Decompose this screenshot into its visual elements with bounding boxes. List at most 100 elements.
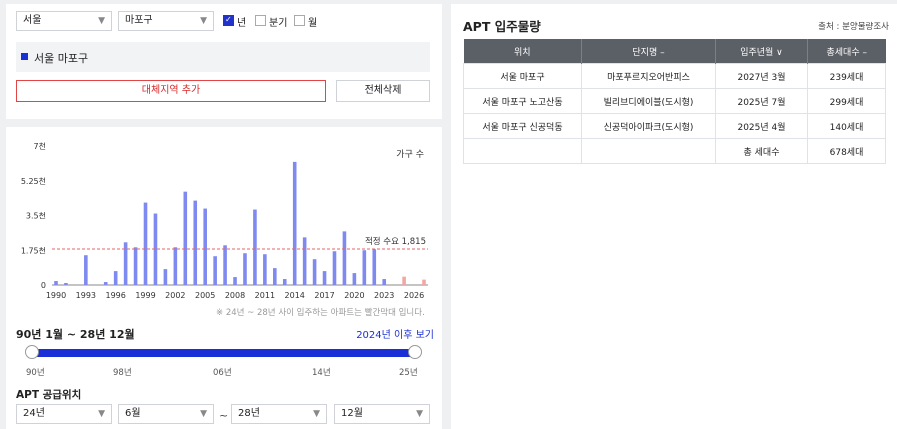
region-select[interactable]: 서울 ▼ <box>16 11 112 31</box>
district-select-value: 마포구 <box>125 15 153 26</box>
table-row[interactable]: 서울 마포구 신공덕동 신공덕아이파크(도시형) 2025년 4월 140세대 <box>463 113 886 139</box>
to-month-select[interactable]: 12월 ▼ <box>334 404 430 424</box>
total-row: 총 세대수 678세대 <box>463 138 886 164</box>
x-tick-label: 1996 <box>105 291 125 300</box>
x-tick-label: 2014 <box>285 291 305 300</box>
cell-complex: 마포푸르지오어반피스 <box>581 63 716 89</box>
cell-units: 140세대 <box>807 113 886 139</box>
x-tick-label: 2002 <box>165 291 185 300</box>
chart-note: ※ 24년 ~ 28년 사이 입주하는 아파트는 빨간막대 입니다. <box>216 308 425 318</box>
selected-region-item: 서울 마포구 <box>16 42 430 72</box>
chevron-down-icon: ▼ <box>98 409 105 419</box>
chart-bar <box>302 237 307 285</box>
slider-tick-label: 98년 <box>113 368 132 378</box>
chart-bar <box>103 282 108 285</box>
from-month-value: 6월 <box>125 408 141 419</box>
y-tick-label: 1.75천 <box>21 245 46 255</box>
cell-location: 서울 마포구 노고산동 <box>463 88 582 114</box>
chart-bar <box>332 251 337 285</box>
chart-bar <box>193 200 198 285</box>
cell-complex: 빌리브디에이블(도시형) <box>581 88 716 114</box>
slider-tick-label: 90년 <box>26 368 45 378</box>
chart-bar <box>113 271 118 285</box>
period-slider-track[interactable] <box>32 349 416 357</box>
table-row[interactable]: 서울 마포구 노고산동 빌리브디에이블(도시형) 2025년 7월 299세대 <box>463 88 886 114</box>
slider-tick-label: 25년 <box>399 368 418 378</box>
chart-bar <box>173 247 178 285</box>
chart-bar <box>282 279 287 285</box>
chart-bar <box>64 283 68 285</box>
table-row[interactable]: 서울 마포구 마포푸르지오어반피스 2027년 3월 239세대 <box>463 63 886 89</box>
chart-bar <box>263 254 267 285</box>
add-region-button[interactable]: 대체지역 추가 <box>16 80 326 102</box>
slider-tick-label: 06년 <box>213 368 232 378</box>
chart-bar <box>233 277 237 285</box>
column-header-location[interactable]: 위치 <box>463 39 582 64</box>
chart-bar <box>273 268 277 285</box>
chart-bar <box>422 279 426 285</box>
chart-bar <box>203 208 207 285</box>
from-month-select[interactable]: 6월 ▼ <box>118 404 214 424</box>
x-tick-label: 1999 <box>135 291 155 300</box>
year-checkbox[interactable] <box>223 15 234 26</box>
total-label: 총 세대수 <box>715 138 808 164</box>
chart-bar <box>352 273 357 285</box>
cell-complex: 신공덕아이파크(도시형) <box>581 113 716 139</box>
view-after-2024-link[interactable]: 2024년 이후 보기 <box>356 326 434 341</box>
delete-all-button[interactable]: 전체삭제 <box>336 80 430 102</box>
column-header-units[interactable]: 총세대수 – <box>807 39 886 64</box>
y-tick-label: 5.25천 <box>21 176 46 186</box>
slider-tick-label: 14년 <box>312 368 331 378</box>
left-panel: 서울 ▼ 마포구 ▼ 년 분기 월 서울 마포구 대체지역 추가 전체삭제 7천… <box>6 4 448 429</box>
quarter-checkbox[interactable] <box>255 15 266 26</box>
chart-bar <box>213 256 217 285</box>
slider-end-handle[interactable] <box>408 345 422 359</box>
cell-move-in: 2025년 4월 <box>715 113 808 139</box>
chart-bar <box>163 269 168 285</box>
year-checkbox-label: 년 <box>237 18 247 29</box>
series-color-swatch <box>21 53 28 60</box>
to-year-value: 28년 <box>238 408 260 419</box>
section-divider <box>6 119 448 127</box>
to-month-value: 12월 <box>341 408 363 419</box>
x-tick-label: 1993 <box>76 291 96 300</box>
x-tick-label: 2020 <box>344 291 364 300</box>
selected-region-label: 서울 마포구 <box>34 52 89 65</box>
x-tick-label: 2008 <box>225 291 245 300</box>
region-select-value: 서울 <box>23 15 42 26</box>
month-checkbox[interactable] <box>294 15 305 26</box>
y-tick-label: 3.5천 <box>26 211 46 221</box>
chevron-down-icon: ▼ <box>98 16 105 26</box>
supply-chart: 7천 5.25천 3.5천 1.75천 01990 1993 1996 1999 2002 200… <box>21 141 428 300</box>
month-checkbox-label: 월 <box>308 18 318 29</box>
cell-move-in: 2027년 3월 <box>715 63 808 89</box>
x-tick-label: 2011 <box>255 291 275 300</box>
chart-bar <box>292 161 297 285</box>
x-tick-label: 1990 <box>46 291 66 300</box>
from-year-select[interactable]: 24년 ▼ <box>16 404 112 424</box>
chevron-down-icon: ▼ <box>200 16 207 26</box>
slider-start-handle[interactable] <box>25 345 39 359</box>
district-select[interactable]: 마포구 ▼ <box>118 11 214 31</box>
y-tick-label: 7천 <box>34 141 46 151</box>
quarter-checkbox-label: 분기 <box>269 18 288 29</box>
chart-bar <box>84 255 88 285</box>
column-header-move-in[interactable]: 입주년월 ∨ <box>715 39 808 64</box>
right-panel: APT 입주물량 출처 : 분양물량조사 위치 단지명 – 입주년월 ∨ 총세대… <box>451 4 897 429</box>
range-separator: ~ <box>219 409 229 422</box>
cell-location: 서울 마포구 신공덕동 <box>463 113 582 139</box>
supply-location-title: APT 공급위치 <box>16 389 82 401</box>
occupancy-title: APT 입주물량 <box>463 19 541 34</box>
x-tick-label: 2017 <box>314 291 334 300</box>
cell-empty <box>581 138 716 164</box>
cell-move-in: 2025년 7월 <box>715 88 808 114</box>
chart-bar <box>54 281 58 285</box>
to-year-select[interactable]: 28년 ▼ <box>231 404 327 424</box>
cell-empty <box>463 138 582 164</box>
chart-bar <box>372 249 377 285</box>
cell-units: 299세대 <box>807 88 886 114</box>
chart-bar <box>342 231 347 285</box>
chart-bar <box>243 253 247 285</box>
column-header-complex[interactable]: 단지명 – <box>581 39 716 64</box>
x-tick-label: 2026 <box>404 291 424 300</box>
